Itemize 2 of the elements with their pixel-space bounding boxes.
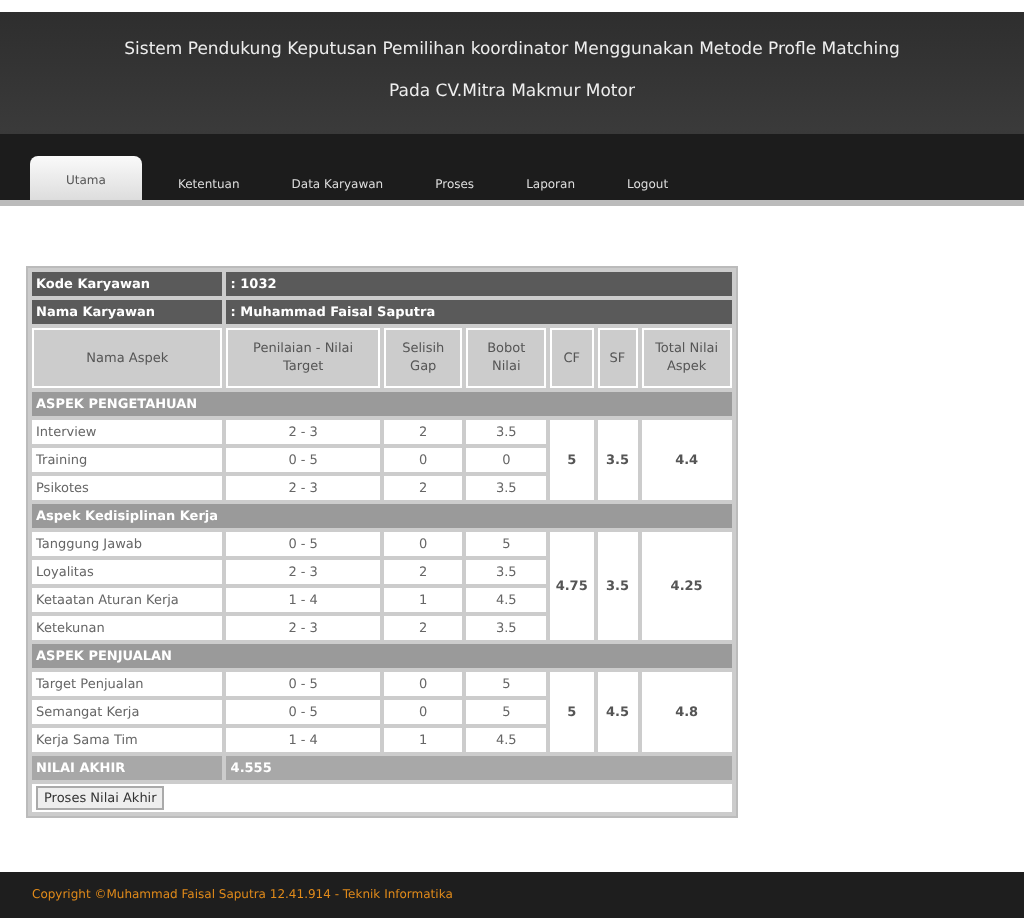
site-title: Sistem Pendukung Keputusan Pemilihan koordinator Menggunakan Metode Profle Matching [122, 38, 902, 64]
site-title: Pada CV.Mitra Makmur Motor [387, 80, 637, 106]
